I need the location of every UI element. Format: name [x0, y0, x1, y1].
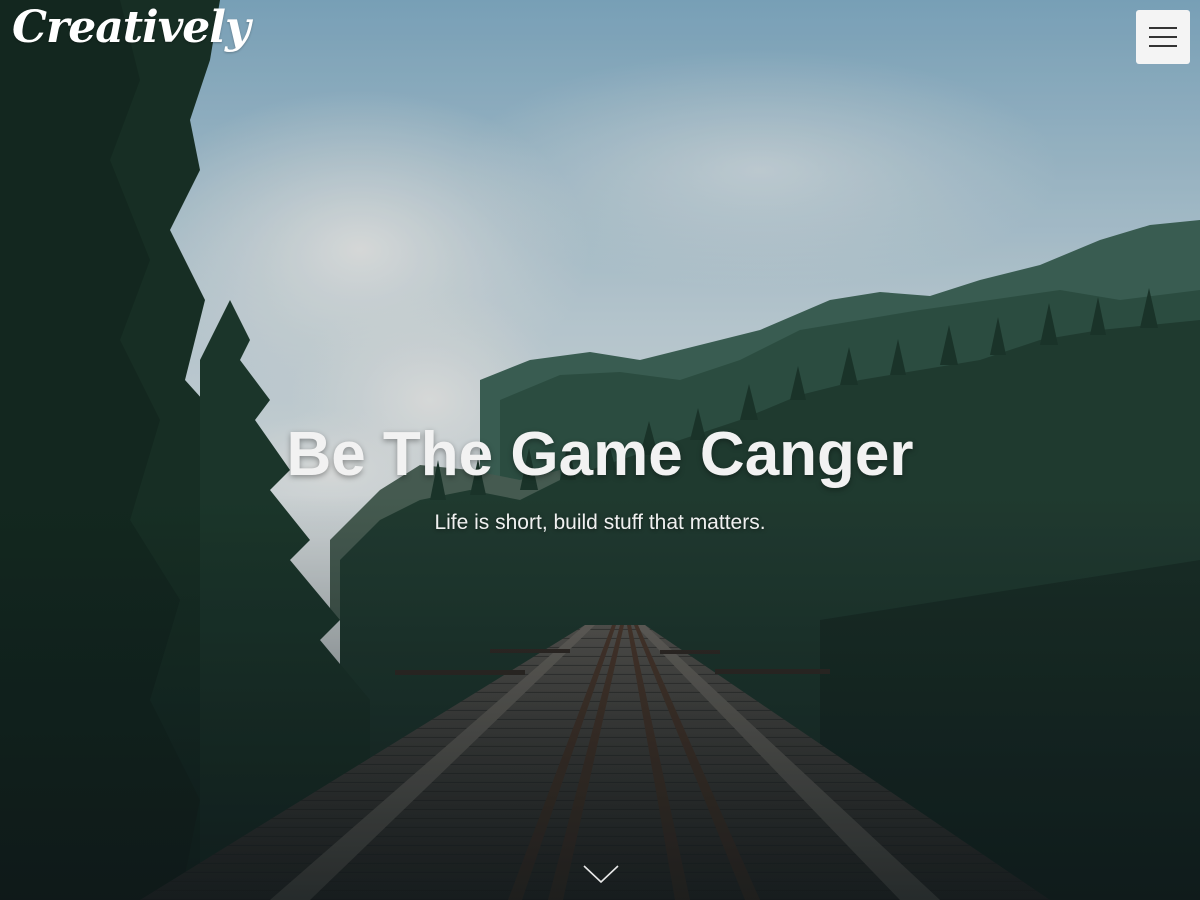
hamburger-menu-icon-bar: [1149, 36, 1177, 38]
hamburger-menu-icon-bar: [1149, 45, 1177, 47]
hero-title: Be The Game Canger: [286, 420, 914, 489]
site-logo[interactable]: Creatively: [12, 2, 251, 53]
hamburger-menu-button[interactable]: [1136, 10, 1190, 64]
chevron-down-icon[interactable]: [582, 862, 620, 886]
hero-subtitle: Life is short, build stuff that matters.: [434, 511, 766, 534]
hamburger-menu-icon: [1149, 27, 1177, 29]
hero-content: Be The Game Canger Life is short, build …: [0, 415, 1200, 535]
hero-section: Creatively Be The Game Canger Life is sh…: [0, 0, 1200, 900]
